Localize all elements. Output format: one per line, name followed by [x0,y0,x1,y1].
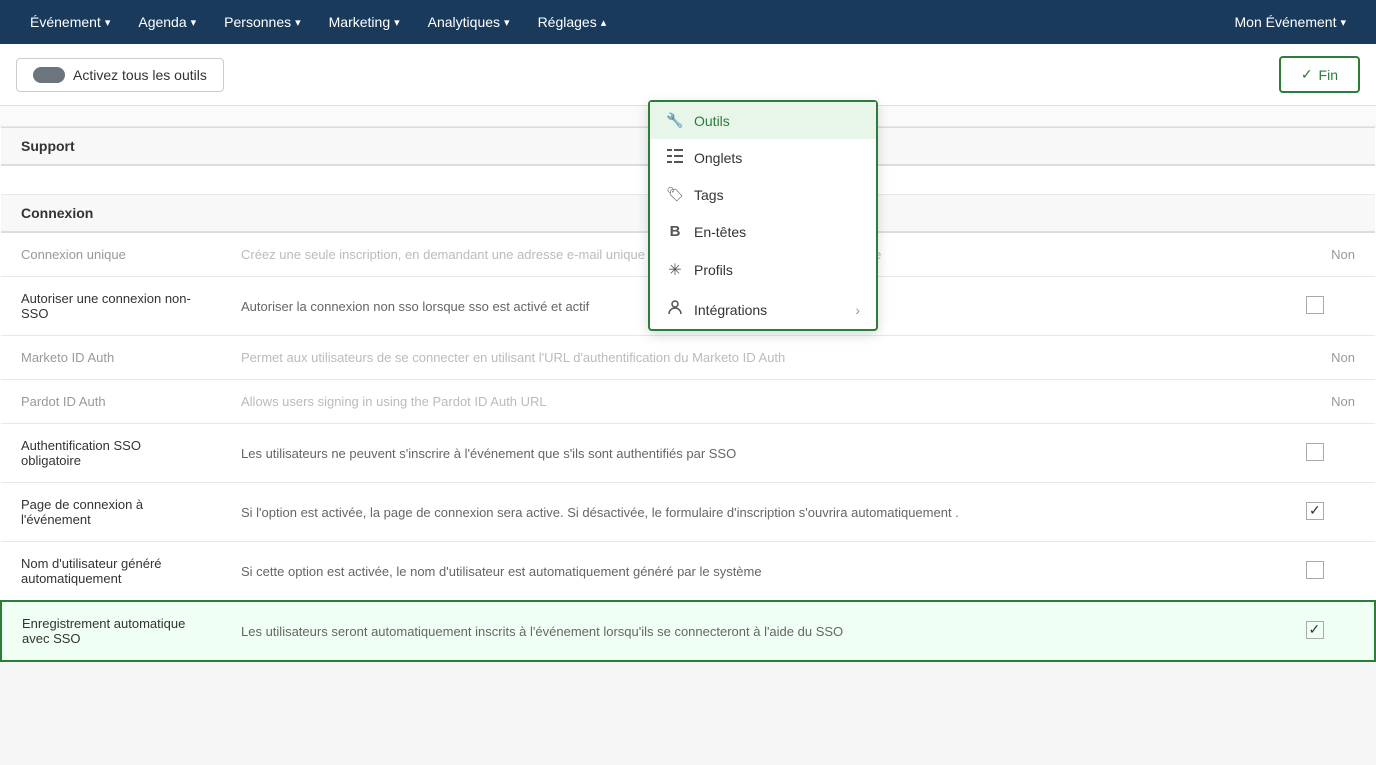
setting-action-nom-utilisateur[interactable] [1255,542,1375,602]
nav-item-marketing[interactable]: Marketing ▾ [315,0,414,44]
dropdown-item-en-tetes[interactable]: B En-têtes [650,213,876,250]
dropdown-item-tags[interactable]: 🏷 Tags [650,176,876,213]
wrench-icon: 🔧 [666,112,684,129]
setting-desc-auth-sso-obligatoire: Les utilisateurs ne peuvent s'inscrire à… [221,424,1255,483]
dropdown-item-outils[interactable]: 🔧 Outils [650,102,876,139]
nav-item-personnes[interactable]: Personnes ▾ [210,0,314,44]
chevron-down-icon: ▾ [1340,16,1346,29]
nav-item-mon-evenement[interactable]: Mon Événement ▾ [1221,0,1360,44]
person-icon [666,300,684,319]
nav-item-agenda[interactable]: Agenda ▾ [124,0,210,44]
nav-item-analytiques[interactable]: Analytiques ▾ [414,0,524,44]
dropdown-item-profils[interactable]: ✳ Profils [650,250,876,290]
chevron-down-icon: ▾ [295,16,301,29]
table-row-page-connexion: Page de connexion à l'événement Si l'opt… [1,483,1375,542]
setting-status-pardot-id-auth: Non [1255,380,1375,424]
checkbox-nom-utilisateur[interactable] [1306,561,1324,579]
setting-name-connexion-unique: Connexion unique [1,232,221,277]
main-content: Activez tous les outils ✓ Fin 🔧 Outils [0,44,1376,662]
setting-name-page-connexion: Page de connexion à l'événement [1,483,221,542]
setting-action-page-connexion[interactable] [1255,483,1375,542]
top-navigation: Événement ▾ Agenda ▾ Personnes ▾ Marketi… [0,0,1376,44]
setting-name-pardot-id-auth: Pardot ID Auth [1,380,221,424]
tag-icon: 🏷 [666,186,684,203]
setting-name-autoriser-non-sso: Autoriser une connexion non-SSO [1,277,221,336]
setting-action-auth-sso-obligatoire[interactable] [1255,424,1375,483]
chevron-right-icon: › [855,302,860,318]
nav-item-reglages[interactable]: Réglages ▴ [524,0,621,44]
setting-status-marketo-id-auth: Non [1255,336,1375,380]
table-row-enregistrement-auto-sso: Enregistrement automatique avec SSO Les … [1,601,1375,661]
nav-item-evenement[interactable]: Événement ▾ [16,0,124,44]
setting-status-connexion-unique: Non [1255,232,1375,277]
setting-action-autoriser-non-sso[interactable] [1255,277,1375,336]
setting-desc-pardot-id-auth: Allows users signing in using the Pardot… [221,380,1255,424]
list-icon [666,149,684,166]
table-row-nom-utilisateur: Nom d'utilisateur généré automatiquement… [1,542,1375,602]
setting-action-enregistrement-auto-sso[interactable] [1255,601,1375,661]
checkbox-page-connexion[interactable] [1306,502,1324,520]
table-row-pardot-id-auth: Pardot ID Auth Allows users signing in u… [1,380,1375,424]
bold-icon: B [666,223,684,240]
activate-all-tools-button[interactable]: Activez tous les outils [16,58,224,92]
table-row-marketo-id-auth: Marketo ID Auth Permet aux utilisateurs … [1,336,1375,380]
checkbox-enregistrement-auto-sso[interactable] [1306,621,1324,639]
setting-desc-enregistrement-auto-sso: Les utilisateurs seront automatiquement … [221,601,1255,661]
checkbox-auth-sso-obligatoire[interactable] [1306,443,1324,461]
chevron-up-icon: ▴ [601,16,607,29]
fin-button[interactable]: ✓ Fin [1279,56,1360,93]
setting-desc-marketo-id-auth: Permet aux utilisateurs de se connecter … [221,336,1255,380]
chevron-down-icon: ▾ [504,16,510,29]
chevron-down-icon: ▾ [191,16,197,29]
checkbox-autoriser-non-sso[interactable] [1306,296,1324,314]
setting-name-auth-sso-obligatoire: Authentification SSO obligatoire [1,424,221,483]
chevron-down-icon: ▾ [105,16,111,29]
chevron-down-icon: ▾ [394,16,400,29]
setting-name-nom-utilisateur: Nom d'utilisateur généré automatiquement [1,542,221,602]
dropdown-item-integrations[interactable]: Intégrations › [650,290,876,329]
toolbar-row: Activez tous les outils ✓ Fin [0,44,1376,106]
dropdown-item-onglets[interactable]: Onglets [650,139,876,176]
setting-name-marketo-id-auth: Marketo ID Auth [1,336,221,380]
reglages-dropdown-menu: 🔧 Outils Onglets 🏷 Tags B En-têtes [648,100,878,331]
setting-name-enregistrement-auto-sso: Enregistrement automatique avec SSO [1,601,221,661]
toggle-icon [33,67,65,83]
check-icon: ✓ [1301,66,1313,83]
setting-desc-page-connexion: Si l'option est activée, la page de conn… [221,483,1255,542]
setting-desc-nom-utilisateur: Si cette option est activée, le nom d'ut… [221,542,1255,602]
asterisk-icon: ✳ [666,260,684,280]
table-row-auth-sso-obligatoire: Authentification SSO obligatoire Les uti… [1,424,1375,483]
